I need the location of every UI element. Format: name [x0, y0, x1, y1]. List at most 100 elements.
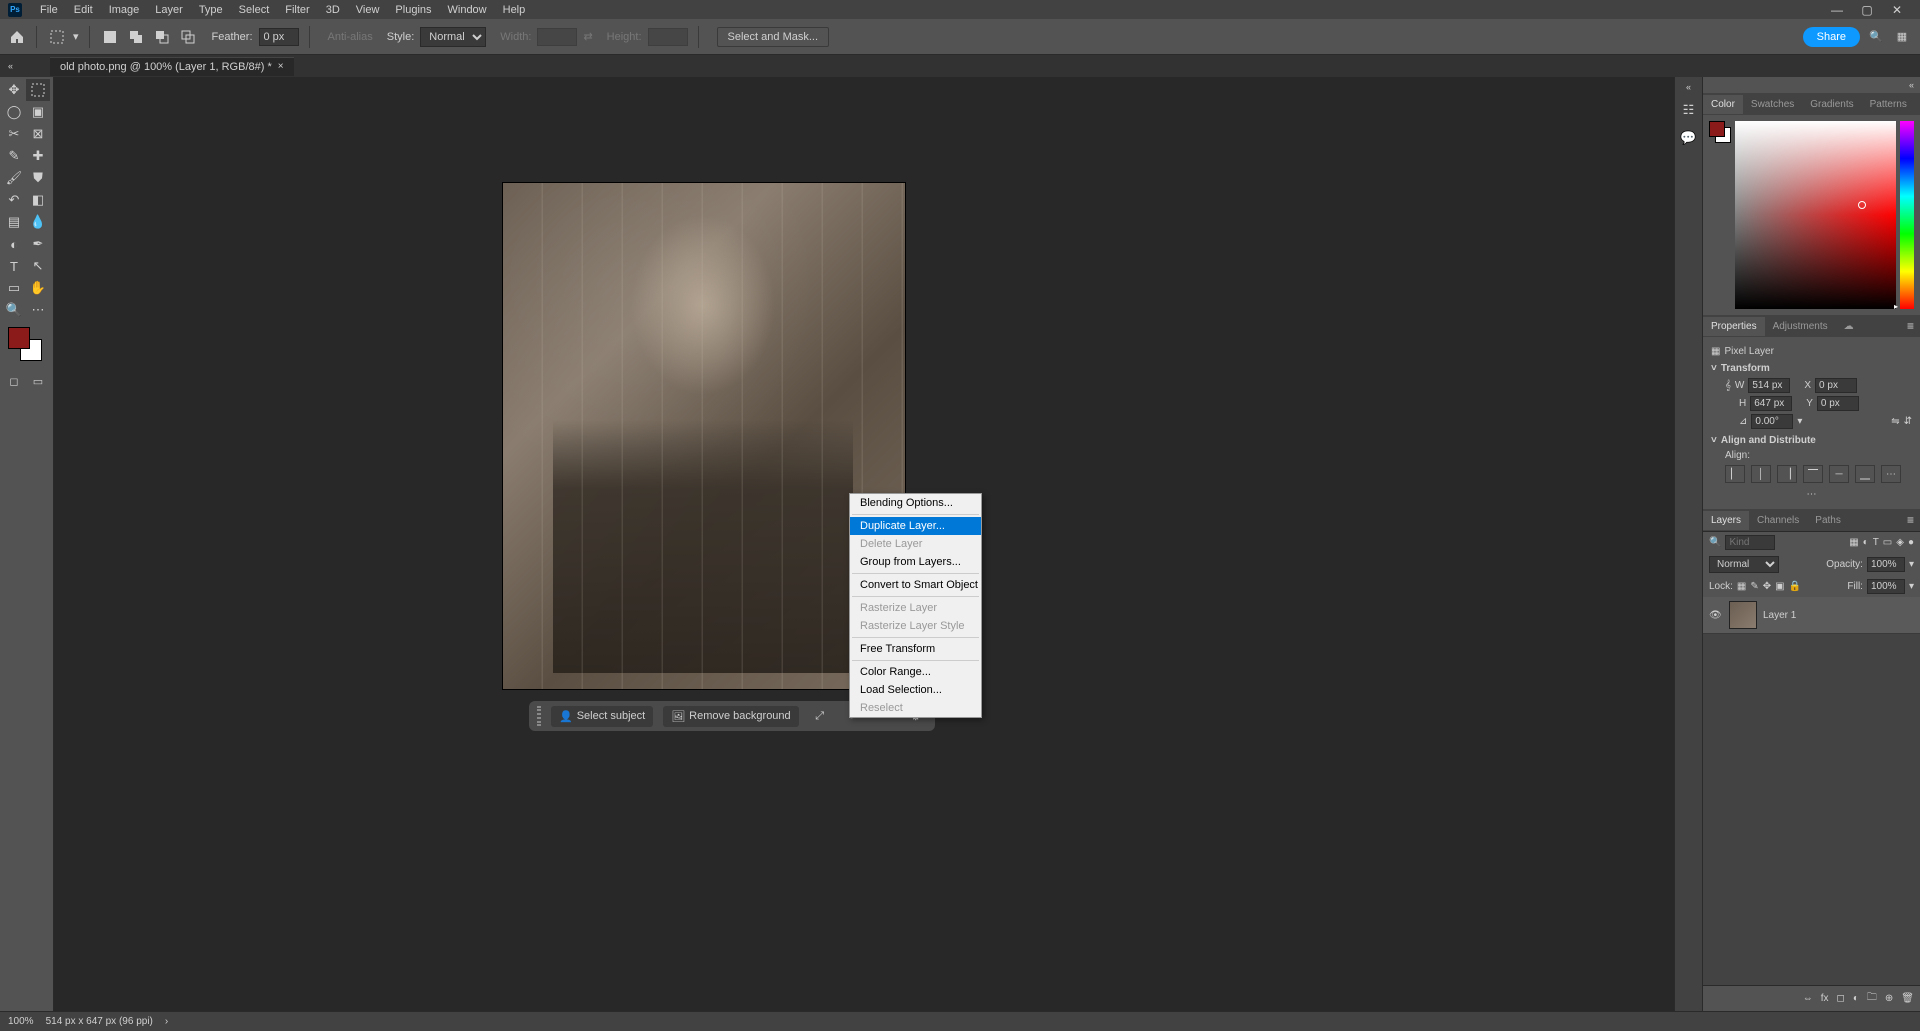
flip-h-icon[interactable]: ⇋ [1891, 416, 1899, 427]
shape-tool-icon[interactable]: ▭ [2, 277, 26, 299]
search-icon[interactable]: 🔍 [1709, 537, 1721, 548]
blend-mode-select[interactable]: Normal [1709, 556, 1779, 573]
delete-layer-icon[interactable]: 🗑 [1901, 993, 1914, 1004]
window-close-icon[interactable]: ✕ [1882, 1, 1912, 19]
menu-plugins[interactable]: Plugins [387, 2, 439, 18]
edit-toolbar-icon[interactable]: ⋯ [26, 299, 50, 321]
more-align-icon[interactable]: ⋯ [1881, 465, 1901, 483]
feather-input[interactable] [259, 28, 299, 46]
new-selection-icon[interactable] [100, 27, 120, 47]
lasso-tool-icon[interactable]: ◯ [2, 101, 26, 123]
document-tab[interactable]: old photo.png @ 100% (Layer 1, RGB/8#) *… [50, 57, 294, 76]
align-right-icon[interactable]: ▕ [1777, 465, 1797, 483]
layer-mask-icon[interactable]: ◻ [1837, 993, 1845, 1004]
menu-help[interactable]: Help [495, 2, 534, 18]
fill-dropdown-icon[interactable]: ▾ [1909, 581, 1914, 592]
frame-tool-icon[interactable]: ⊠ [26, 123, 50, 145]
history-panel-icon[interactable]: ☷ [1678, 99, 1700, 121]
angle-dropdown-icon[interactable]: ▾ [1797, 416, 1802, 427]
layer-filter-input[interactable] [1725, 535, 1775, 550]
select-and-mask-button[interactable]: Select and Mask... [717, 27, 830, 47]
layer-fx-icon[interactable]: fx [1821, 993, 1829, 1004]
stamp-tool-icon[interactable]: ⛊ [26, 167, 50, 189]
status-chevron-icon[interactable]: › [165, 1016, 168, 1027]
color-swatches[interactable] [2, 327, 50, 367]
flip-v-icon[interactable]: ⇵ [1904, 416, 1912, 427]
gradient-tool-icon[interactable]: ▤ [2, 211, 26, 233]
tab-channels[interactable]: Channels [1749, 511, 1807, 530]
dodge-tool-icon[interactable]: ◐ [2, 233, 26, 255]
visibility-icon[interactable]: 👁 [1709, 610, 1723, 621]
layer-name[interactable]: Layer 1 [1763, 610, 1796, 621]
tab-gradients[interactable]: Gradients [1802, 95, 1861, 114]
menu-filter[interactable]: Filter [277, 2, 317, 18]
intersect-selection-icon[interactable] [178, 27, 198, 47]
adjustment-layer-icon[interactable]: ◐ [1853, 993, 1859, 1004]
tab-patterns[interactable]: Patterns [1862, 95, 1915, 114]
filter-smart-icon[interactable]: ◈ [1896, 537, 1904, 548]
tab-swatches[interactable]: Swatches [1743, 95, 1802, 114]
subtract-selection-icon[interactable] [152, 27, 172, 47]
path-select-tool-icon[interactable]: ↖ [26, 255, 50, 277]
lock-pixels-icon[interactable]: ✎ [1750, 581, 1758, 592]
height-input[interactable] [1750, 396, 1792, 411]
foreground-color-swatch[interactable] [8, 327, 30, 349]
align-vcenter-icon[interactable]: ─ [1829, 465, 1849, 483]
menu-window[interactable]: Window [440, 2, 495, 18]
move-tool-icon[interactable]: ✥ [2, 79, 26, 101]
search-icon[interactable]: 🔍 [1866, 27, 1886, 47]
menu-type[interactable]: Type [191, 2, 231, 18]
lock-all-icon[interactable]: 🔒 [1789, 581, 1801, 592]
zoom-level[interactable]: 100% [8, 1016, 34, 1027]
eraser-tool-icon[interactable]: ◧ [26, 189, 50, 211]
layer-item[interactable]: 👁 Layer 1 [1703, 597, 1920, 634]
cm-free-transform[interactable]: Free Transform [850, 640, 981, 658]
object-select-tool-icon[interactable]: ▣ [26, 101, 50, 123]
filter-type-icon[interactable]: T [1873, 537, 1879, 548]
layer-thumbnail[interactable] [1729, 601, 1757, 629]
align-top-icon[interactable]: ⎺ [1803, 465, 1823, 483]
brush-tool-icon[interactable]: 🖌 [2, 167, 26, 189]
tab-color[interactable]: Color [1703, 95, 1743, 114]
canvas-area[interactable]: Blending Options... Duplicate Layer... D… [54, 77, 1674, 1011]
tab-layers[interactable]: Layers [1703, 511, 1749, 530]
zoom-tool-icon[interactable]: 🔍 [2, 299, 26, 321]
menu-file[interactable]: File [32, 2, 66, 18]
cm-color-range[interactable]: Color Range... [850, 663, 981, 681]
tab-paths[interactable]: Paths [1807, 511, 1849, 530]
menu-edit[interactable]: Edit [66, 2, 101, 18]
tab-properties[interactable]: Properties [1703, 317, 1765, 336]
tab-close-icon[interactable]: × [278, 61, 284, 72]
workspace-icon[interactable]: ▦ [1892, 27, 1912, 47]
x-input[interactable] [1815, 378, 1857, 393]
filter-pixel-icon[interactable]: ▦ [1849, 537, 1858, 548]
tab-libraries-icon[interactable]: ☁ [1836, 317, 1862, 336]
remove-background-button[interactable]: 🖼 Remove background [663, 706, 798, 727]
hand-tool-icon[interactable]: ✋ [26, 277, 50, 299]
drag-handle-icon[interactable] [537, 706, 541, 726]
collapse-panels-icon[interactable] [1903, 77, 1920, 93]
pen-tool-icon[interactable]: ✒ [26, 233, 50, 255]
width-input[interactable] [1748, 378, 1790, 393]
healing-tool-icon[interactable]: ✚ [26, 145, 50, 167]
share-button[interactable]: Share [1803, 27, 1860, 47]
blur-tool-icon[interactable]: 💧 [26, 211, 50, 233]
expand-dock-icon[interactable] [1686, 81, 1691, 93]
marquee-tool-icon[interactable] [26, 79, 50, 101]
link-wh-icon[interactable]: 𝄞 [1725, 380, 1731, 391]
align-hcenter-icon[interactable]: │ [1751, 465, 1771, 483]
window-maximize-icon[interactable]: ▢ [1852, 1, 1882, 19]
eyedropper-tool-icon[interactable]: ✎ [2, 145, 26, 167]
marquee-tool-icon[interactable] [47, 27, 67, 47]
menu-select[interactable]: Select [231, 2, 278, 18]
align-left-icon[interactable]: ▏ [1725, 465, 1745, 483]
add-selection-icon[interactable] [126, 27, 146, 47]
quickmask-icon[interactable]: ◻ [2, 371, 26, 391]
color-marker-icon[interactable] [1858, 201, 1866, 209]
align-bottom-icon[interactable]: ⎽ [1855, 465, 1875, 483]
opacity-dropdown-icon[interactable]: ▾ [1909, 559, 1914, 570]
canvas[interactable] [502, 182, 906, 690]
panel-menu-icon[interactable]: ≡ [1915, 97, 1920, 111]
current-colors[interactable] [1709, 121, 1731, 143]
cm-blending-options[interactable]: Blending Options... [850, 494, 981, 512]
